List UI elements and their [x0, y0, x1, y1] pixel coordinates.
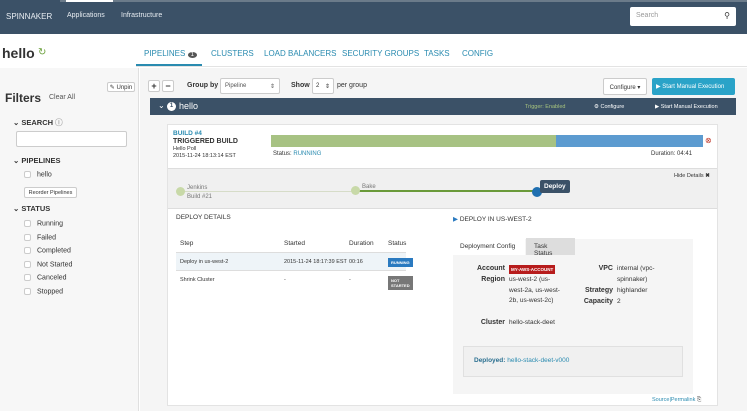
tab-clusters[interactable]: CLUSTERS: [211, 49, 254, 58]
stage-label-bake[interactable]: Bake: [362, 184, 376, 190]
execution-card: BUILD #4 TRIGGERED BUILD Hello Poll 2015…: [167, 124, 718, 406]
group-by-label: Group by: [187, 82, 218, 89]
stage-graph: Hide Details ✖ JenkinsBuild #21 Bake Dep…: [168, 168, 717, 209]
steps-table: Step Started Duration Status Deploy in u…: [176, 238, 406, 289]
tab-load-balancers[interactable]: LOAD BALANCERS: [264, 49, 336, 58]
collapse-all-button[interactable]: −: [162, 80, 174, 92]
execution-status: Status: RUNNING: [273, 151, 321, 157]
unpin-button[interactable]: ✎ Unpin: [107, 82, 135, 92]
stage-label-deploy[interactable]: Deploy: [540, 180, 570, 193]
per-group-label: per group: [337, 82, 367, 89]
reorder-pipelines-button[interactable]: Reorder Pipelines: [24, 187, 77, 198]
step-panel-title: ▶ DEPLOY IN US-WEST-2: [453, 215, 532, 223]
show-label: Show: [291, 82, 310, 89]
cancel-icon[interactable]: ⊗: [705, 136, 712, 145]
stage-node-jenkins[interactable]: [176, 187, 185, 196]
nav-applications[interactable]: Applications: [67, 12, 105, 19]
build-link[interactable]: BUILD #4: [173, 130, 202, 137]
permalink-link[interactable]: Permalink: [671, 397, 695, 403]
execution-count-badge: 1: [167, 102, 176, 111]
filter-status-stopped[interactable]: Stopped: [24, 288, 63, 295]
pipeline-group-header[interactable]: ⌄ 1 hello Trigger: Enabled ⚙ Configure ▶…: [150, 98, 736, 115]
filter-search-input[interactable]: [16, 131, 127, 147]
execution-duration: Duration: 04:41: [651, 151, 692, 157]
group-configure-link[interactable]: ⚙ Configure: [594, 104, 624, 110]
stage-node-bake[interactable]: [351, 186, 360, 195]
group-by-select[interactable]: Pipeline⇕: [220, 78, 280, 94]
search-input[interactable]: Search⚲: [630, 7, 736, 26]
expand-all-button[interactable]: +: [148, 80, 160, 92]
filters-sidebar: ✎ Unpin Filters Clear All ⌄ SEARCH ⓘ ⌄ P…: [0, 68, 139, 411]
status-heading[interactable]: ⌄ STATUS: [13, 204, 50, 213]
source-permalink: Source|Permalink ⎘: [652, 397, 701, 404]
clipboard-icon[interactable]: ⎘: [697, 397, 701, 403]
hide-details-link[interactable]: Hide Details ✖: [674, 173, 710, 179]
source-link[interactable]: Source: [652, 397, 669, 403]
checkbox[interactable]: [24, 171, 31, 178]
search-icon: ⚲: [724, 11, 730, 20]
pipeline-name: hello: [179, 101, 198, 111]
status-badge: NOT STARTED: [388, 276, 413, 290]
trigger-type: TRIGGERED BUILD: [173, 138, 238, 145]
table-row[interactable]: Shrink Cluster - - NOT STARTED: [176, 271, 406, 289]
status-badge: RUNNING: [388, 258, 413, 267]
tab-security-groups[interactable]: SECURITY GROUPS: [342, 49, 419, 58]
pipelines-count-badge: 1: [188, 52, 197, 58]
filters-title: Filters: [5, 91, 41, 105]
filter-status-not-started[interactable]: Not Started: [24, 261, 72, 268]
nav-infrastructure[interactable]: Infrastructure: [121, 12, 162, 19]
tab-tasks[interactable]: TASKS: [424, 49, 450, 58]
tab-pipelines[interactable]: PIPELINES 1: [144, 49, 197, 58]
deployed-server-group-link[interactable]: hello-stack-deet-v000: [507, 357, 569, 364]
execution-timestamp: 2015-11-24 18:13:14 EST: [173, 153, 236, 159]
tab-task-status[interactable]: Task Status: [526, 238, 575, 255]
tab-config[interactable]: CONFIG: [462, 49, 493, 58]
filter-status-completed[interactable]: Completed: [24, 247, 71, 254]
filter-pipeline-hello[interactable]: hello: [24, 171, 52, 178]
start-manual-execution-button[interactable]: ▶ Start Manual Execution: [652, 78, 735, 95]
clear-all-link[interactable]: Clear All: [49, 94, 75, 101]
deployed-box: Deployed: hello-stack-deet-v000: [463, 346, 683, 377]
pipelines-heading[interactable]: ⌄ PIPELINES: [13, 156, 61, 165]
step-panel: Deployment Config Task Status Account MY…: [453, 239, 693, 394]
app-title: hello: [2, 45, 35, 61]
filter-status-failed[interactable]: Failed: [24, 234, 56, 241]
group-start-execution-link[interactable]: ▶ Start Manual Execution: [655, 104, 718, 110]
chevron-down-icon[interactable]: ⌄: [158, 101, 165, 110]
table-row[interactable]: Deploy in us-west-2 2015-11-24 18:17:39 …: [176, 253, 406, 271]
tab-deployment-config[interactable]: Deployment Config: [453, 238, 525, 255]
deploy-details-title: DEPLOY DETAILS: [176, 214, 231, 221]
filter-status-canceled[interactable]: Canceled: [24, 274, 67, 281]
filter-status-running[interactable]: Running: [24, 220, 63, 227]
refresh-icon[interactable]: ↻: [38, 47, 46, 58]
trigger-status[interactable]: Trigger: Enabled: [525, 104, 565, 110]
execution-progress-bar[interactable]: [271, 135, 703, 147]
search-heading[interactable]: ⌄ SEARCH ⓘ: [13, 117, 63, 128]
brand-logo[interactable]: SPINNAKER: [6, 12, 52, 21]
account-badge: MY-AWS-ACCOUNT: [509, 265, 555, 274]
stage-label-jenkins[interactable]: JenkinsBuild #21: [187, 184, 212, 202]
trigger-name: Hello Poll: [173, 146, 196, 152]
show-count-select[interactable]: 2⇕: [312, 78, 334, 94]
configure-dropdown[interactable]: Configure ▾: [603, 78, 647, 95]
